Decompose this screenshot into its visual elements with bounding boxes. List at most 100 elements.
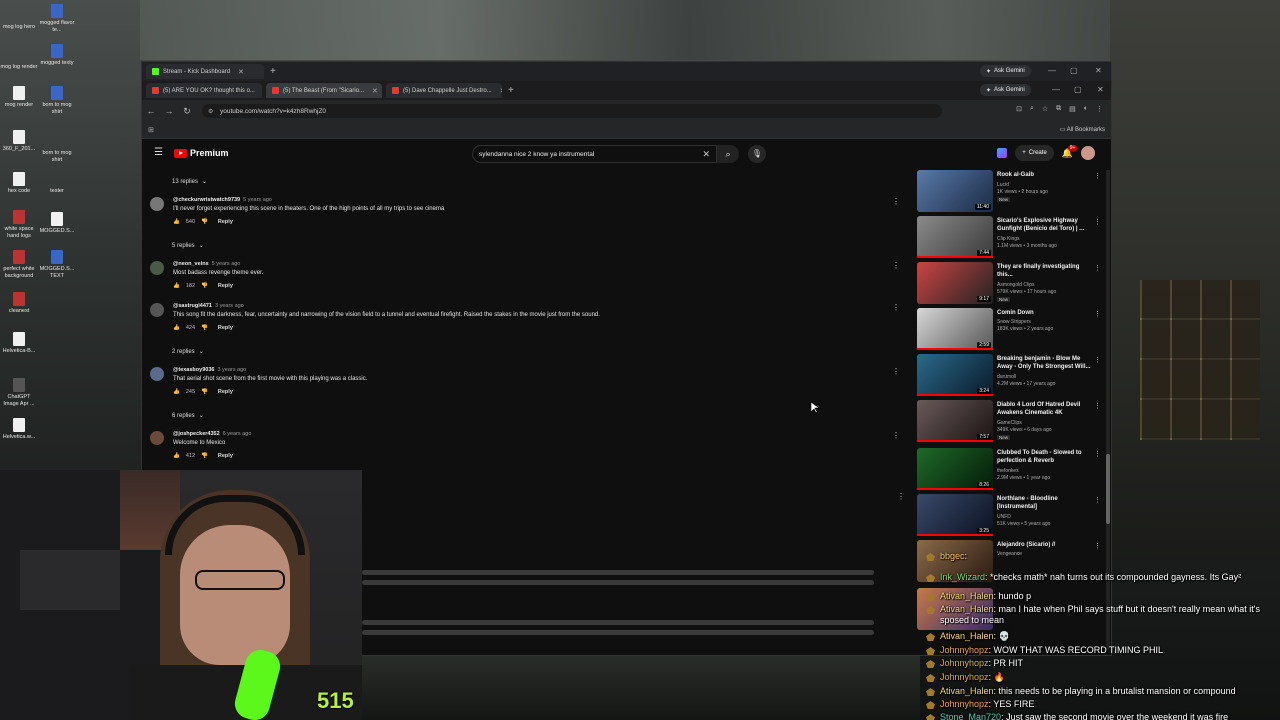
video-thumbnail[interactable]: 3:25	[917, 494, 993, 536]
ask-gemini-button[interactable]: ✦ Ask Gemini	[980, 65, 1031, 77]
comment-author[interactable]: @joshpecker4352 6 years ago	[173, 431, 251, 437]
dislike-icon[interactable]: 👎	[201, 325, 208, 331]
close-tab-icon[interactable]: ✕	[500, 87, 502, 95]
recommended-video[interactable]: 8:26 Clubbed To Death - Slowed to perfec…	[917, 448, 1107, 494]
recommended-video[interactable]: 2:59 Comin Down Snow Strippers 183K view…	[917, 308, 1107, 354]
desktop-icon[interactable]: MOGGED.S...	[38, 212, 76, 235]
like-icon[interactable]: 👍	[173, 219, 180, 225]
commenter-avatar[interactable]	[150, 303, 164, 317]
microphone-icon[interactable]: 🎙	[748, 145, 766, 163]
comment-author[interactable]: @texasboy9036 3 years ago	[173, 367, 246, 373]
youtube-logo[interactable]: Premium	[174, 148, 229, 158]
video-thumbnail[interactable]: 8:26	[917, 448, 993, 490]
video-title[interactable]: Breaking benjamin - Blow Me Away - Only …	[997, 355, 1093, 371]
channel-name[interactable]: GameClips	[997, 420, 1022, 426]
extensions-icon[interactable]: ⧉	[1056, 105, 1061, 113]
new-tab-button[interactable]: +	[508, 85, 514, 96]
maximize-icon[interactable]: ▢	[1070, 66, 1078, 75]
desktop-icon[interactable]: tester	[38, 172, 76, 195]
close-tab-icon[interactable]: ✕	[238, 68, 244, 76]
desktop-icon[interactable]: bom to mog shirt	[38, 86, 76, 116]
reply-button[interactable]: Reply	[218, 325, 233, 331]
maximize-icon[interactable]: ▢	[1074, 85, 1082, 94]
channel-name[interactable]: Lucid	[997, 182, 1009, 188]
channel-name[interactable]: thefonkes	[997, 468, 1019, 474]
like-icon[interactable]: 👍	[173, 389, 180, 395]
desktop-icon[interactable]: mogged flavor te...	[38, 4, 76, 34]
more-actions-icon[interactable]: ⋮	[897, 492, 907, 501]
minimize-icon[interactable]: —	[1052, 85, 1060, 94]
cast-icon[interactable]	[997, 148, 1008, 158]
commenter-avatar[interactable]	[150, 367, 164, 381]
more-actions-icon[interactable]: ⋮	[1094, 356, 1101, 364]
view-replies-button[interactable]: 13 replies ⌄	[172, 178, 207, 186]
comment-author[interactable]: @sastrugi4471 3 years ago	[173, 303, 244, 309]
apps-icon[interactable]: ⊞	[148, 126, 154, 134]
video-title[interactable]: Rook al-Gaib	[997, 171, 1093, 179]
more-actions-icon[interactable]: ⋮	[892, 197, 900, 206]
dislike-icon[interactable]: 👎	[201, 219, 208, 225]
more-actions-icon[interactable]: ⋮	[1094, 172, 1101, 180]
desktop-icon[interactable]: Helvetica-B...	[0, 332, 38, 355]
zoom-icon[interactable]: ⌕	[1030, 105, 1034, 113]
more-actions-icon[interactable]: ⋮	[892, 367, 900, 376]
dislike-icon[interactable]: 👎	[201, 389, 208, 395]
reply-button[interactable]: Reply	[218, 283, 233, 289]
video-thumbnail[interactable]: 7:44	[917, 216, 993, 258]
desktop-icon[interactable]: mogged texty	[38, 44, 76, 67]
like-icon[interactable]: 👍	[173, 325, 180, 331]
video-title[interactable]: Northlane - Bloodline [Instrumental]	[997, 495, 1093, 511]
tab-are-you-ok[interactable]: (5) ARE YOU OK? thought this o... ✕	[146, 83, 262, 98]
desktop-icon[interactable]: mog render	[0, 86, 38, 109]
recommended-video[interactable]: 11:40 Rook al-Gaib Lucid 1K views • 2 ho…	[917, 170, 1107, 216]
like-icon[interactable]: 👍	[173, 283, 180, 289]
scrollbar-thumb[interactable]	[1106, 454, 1110, 524]
desktop-icon[interactable]: Helvetica.w...	[0, 418, 38, 441]
create-button[interactable]: + Create	[1015, 145, 1054, 161]
dislike-icon[interactable]: 👎	[201, 283, 208, 289]
dislike-icon[interactable]: 👎	[201, 453, 208, 459]
desktop-icon[interactable]: bom to mog shirt	[38, 134, 76, 164]
forward-icon[interactable]: →	[160, 106, 178, 116]
video-thumbnail[interactable]: 2:59	[917, 308, 993, 350]
more-actions-icon[interactable]: ⋮	[1094, 402, 1101, 410]
recommended-video[interactable]: 3:24 Breaking benjamin - Blow Me Away - …	[917, 354, 1107, 400]
view-replies-button[interactable]: 5 replies ⌄	[172, 242, 204, 250]
back-icon[interactable]: ←	[142, 106, 160, 116]
more-actions-icon[interactable]: ⋮	[892, 303, 900, 312]
channel-name[interactable]: durumoll	[997, 374, 1016, 380]
more-actions-icon[interactable]: ⋮	[1094, 496, 1101, 504]
reload-icon[interactable]: ↻	[178, 106, 196, 117]
close-window-icon[interactable]: ✕	[1097, 85, 1104, 94]
close-tab-icon[interactable]: ✕	[372, 87, 378, 95]
hamburger-menu-icon[interactable]: ☰	[154, 147, 163, 158]
desktop-icon[interactable]: hex code	[0, 172, 38, 195]
video-thumbnail[interactable]: 11:40	[917, 170, 993, 212]
search-icon[interactable]: ⌕	[717, 145, 739, 163]
commenter-avatar[interactable]	[150, 261, 164, 275]
desktop-icon[interactable]: cleanest	[0, 292, 38, 315]
channel-name[interactable]: UNFD	[997, 514, 1011, 520]
desktop-icon[interactable]: perfect white background	[0, 250, 38, 280]
tab-dave-chappelle[interactable]: (5) Dave Chappelle Just Destro... ✕	[386, 83, 502, 98]
reply-button[interactable]: Reply	[218, 389, 233, 395]
recommended-video[interactable]: 7:44 Sicario's Explosive Highway Gunfigh…	[917, 216, 1107, 262]
clear-search-icon[interactable]: ✕	[702, 149, 710, 160]
video-title[interactable]: Diablo 4 Lord Of Hatred Devil Awakens Ci…	[997, 401, 1093, 417]
account-avatar[interactable]	[1081, 146, 1095, 160]
tab-kick-dashboard[interactable]: Stream - Kick Dashboard ✕	[146, 64, 264, 79]
video-thumbnail[interactable]: 3:24	[917, 354, 993, 396]
video-title[interactable]: Sicario's Explosive Highway Gunfight (Be…	[997, 217, 1093, 233]
address-bar[interactable]: ⚙ youtube.com/watch?v=k4zh8RwhjZ0	[202, 104, 942, 118]
recommended-video[interactable]: 9:17 They are finally investigating this…	[917, 262, 1107, 308]
commenter-avatar[interactable]	[150, 431, 164, 445]
view-replies-button[interactable]: 6 replies ⌄	[172, 412, 204, 420]
comment-author[interactable]: @checkurwristwatch9739 5 years ago	[173, 197, 272, 203]
new-tab-button[interactable]: +	[270, 66, 276, 77]
like-icon[interactable]: 👍	[173, 453, 180, 459]
tab-the-beast[interactable]: (5) The Beast (From "Sicario... ✕	[266, 83, 382, 98]
menu-icon[interactable]: ⋮	[1096, 105, 1103, 113]
video-title[interactable]: They are finally investigating this...	[997, 263, 1093, 279]
channel-name[interactable]: Clip Kings	[997, 236, 1020, 242]
install-icon[interactable]: ⊡	[1016, 105, 1022, 113]
